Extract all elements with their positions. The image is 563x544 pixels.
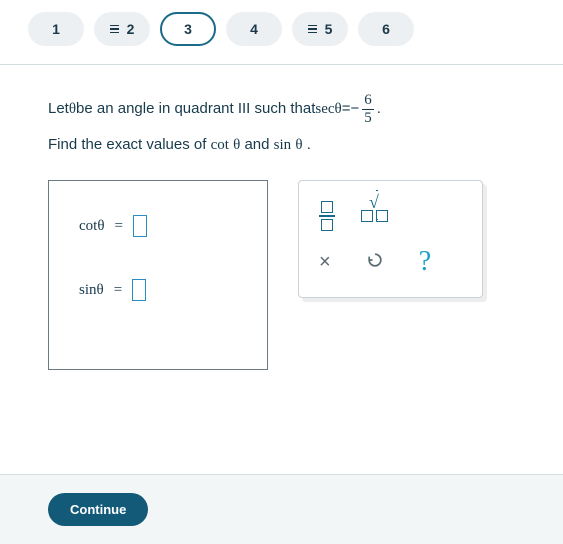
sin-fn: sin [274, 137, 292, 153]
work-area: cotθ = sinθ = [48, 180, 533, 370]
numerator: 6 [362, 93, 374, 109]
tab-1[interactable]: 1 [28, 12, 84, 46]
cot-input[interactable] [133, 215, 147, 237]
tab-2-label: 2 [127, 21, 135, 37]
equals: = [342, 98, 351, 121]
sin-input[interactable] [132, 279, 146, 301]
period: . [377, 98, 381, 121]
bar-icon [319, 215, 335, 217]
tab-1-label: 1 [52, 21, 60, 37]
tab-3[interactable]: 3 [160, 12, 216, 46]
math-toolpad: √ × ? [298, 180, 483, 298]
denominator: 5 [362, 109, 374, 126]
problem-statement-1: Let θ be an angle in quadrant III such t… [48, 93, 533, 126]
text: Let [48, 98, 69, 121]
tab-2[interactable]: 2 [94, 12, 150, 46]
undo-icon [365, 250, 385, 270]
box-icon [321, 219, 333, 231]
fraction: 6 5 [362, 93, 374, 126]
tab-4-label: 4 [250, 21, 258, 37]
answer-box: cotθ = sinθ = [48, 180, 268, 370]
list-icon [308, 25, 317, 34]
sin-label: sin [79, 282, 97, 298]
cot-fn: cot [211, 137, 229, 153]
question-tabs: 1 2 3 4 5 6 [0, 0, 563, 64]
cot-answer-line: cotθ = [79, 215, 267, 237]
undo-button[interactable] [365, 250, 385, 274]
text: Find the exact values of [48, 136, 211, 153]
theta-symbol: θ [335, 98, 342, 121]
problem-content: Let θ be an angle in quadrant III such t… [0, 65, 563, 370]
box-icon [321, 201, 333, 213]
radical-icon: √ [376, 193, 388, 239]
theta-symbol: θ [97, 282, 104, 298]
fraction-tool[interactable] [319, 201, 335, 231]
cot-label: cot [79, 218, 97, 234]
sqrt-tool[interactable]: √ [361, 193, 388, 239]
equals: = [114, 282, 122, 299]
sec-fn: sec [315, 98, 334, 121]
problem-statement-2: Find the exact values of cot θ and sin θ… [48, 136, 533, 154]
tab-6[interactable]: 6 [358, 12, 414, 46]
text: be an angle in quadrant III such that [76, 98, 315, 121]
toolpad-row-2: × ? [311, 239, 470, 285]
footer-bar: Continue [0, 474, 563, 544]
list-icon [110, 25, 119, 34]
equals: = [115, 218, 123, 235]
tab-3-label: 3 [184, 21, 192, 37]
tab-4[interactable]: 4 [226, 12, 282, 46]
minus: − [351, 98, 360, 121]
theta-symbol: θ [69, 98, 76, 121]
help-button[interactable]: ? [419, 246, 431, 278]
tab-5[interactable]: 5 [292, 12, 348, 46]
toolpad-row-1: √ [311, 193, 470, 239]
theta-symbol: θ [97, 218, 104, 234]
theta-symbol: θ [295, 137, 302, 153]
continue-button[interactable]: Continue [48, 493, 148, 526]
period: . [307, 136, 311, 153]
sin-answer-line: sinθ = [79, 279, 267, 301]
tab-6-label: 6 [382, 21, 390, 37]
text: and [244, 136, 273, 153]
theta-symbol: θ [233, 137, 240, 153]
tab-5-label: 5 [325, 21, 333, 37]
clear-button[interactable]: × [319, 251, 331, 274]
